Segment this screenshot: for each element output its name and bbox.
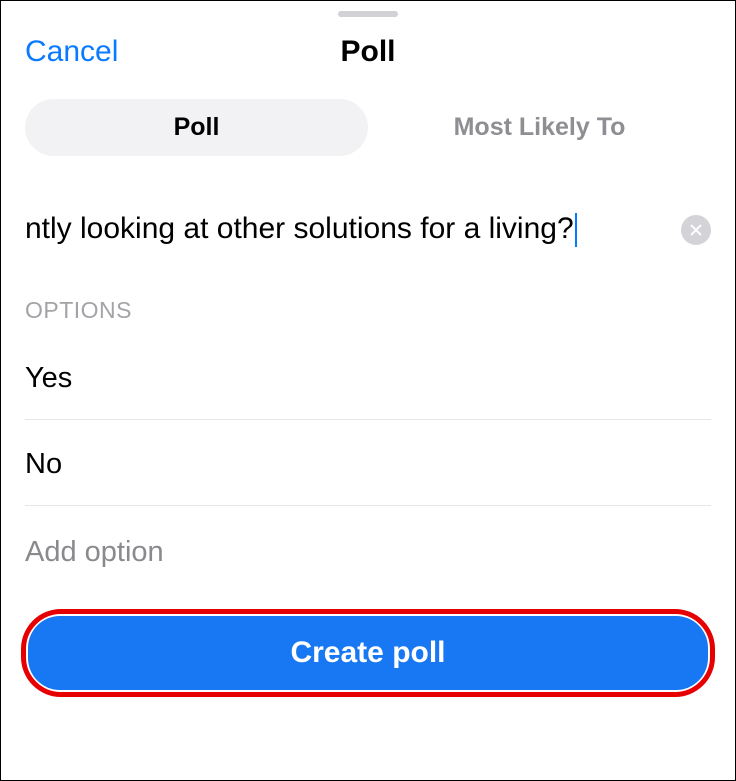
add-option-input[interactable]: Add option [25, 506, 711, 595]
clear-question-button[interactable] [681, 215, 711, 245]
question-row: ntly looking at other solutions for a li… [1, 212, 735, 247]
create-poll-button[interactable]: Create poll [28, 616, 708, 690]
poll-type-tabs: Poll Most Likely To [25, 99, 711, 156]
options-section-label: OPTIONS [25, 297, 735, 324]
tab-most-likely-to[interactable]: Most Likely To [368, 99, 711, 156]
option-row[interactable]: Yes [25, 334, 711, 420]
text-cursor [575, 213, 577, 247]
option-row[interactable]: No [25, 420, 711, 506]
question-input[interactable]: ntly looking at other solutions for a li… [25, 212, 665, 247]
create-poll-highlight: Create poll [21, 609, 715, 697]
tab-poll[interactable]: Poll [25, 99, 368, 156]
modal-title: Poll [340, 35, 395, 69]
question-text: ntly looking at other solutions for a li… [25, 212, 574, 245]
modal-header: Cancel Poll [1, 17, 735, 93]
options-list: Yes No Add option [1, 334, 735, 595]
cancel-button[interactable]: Cancel [25, 35, 118, 69]
